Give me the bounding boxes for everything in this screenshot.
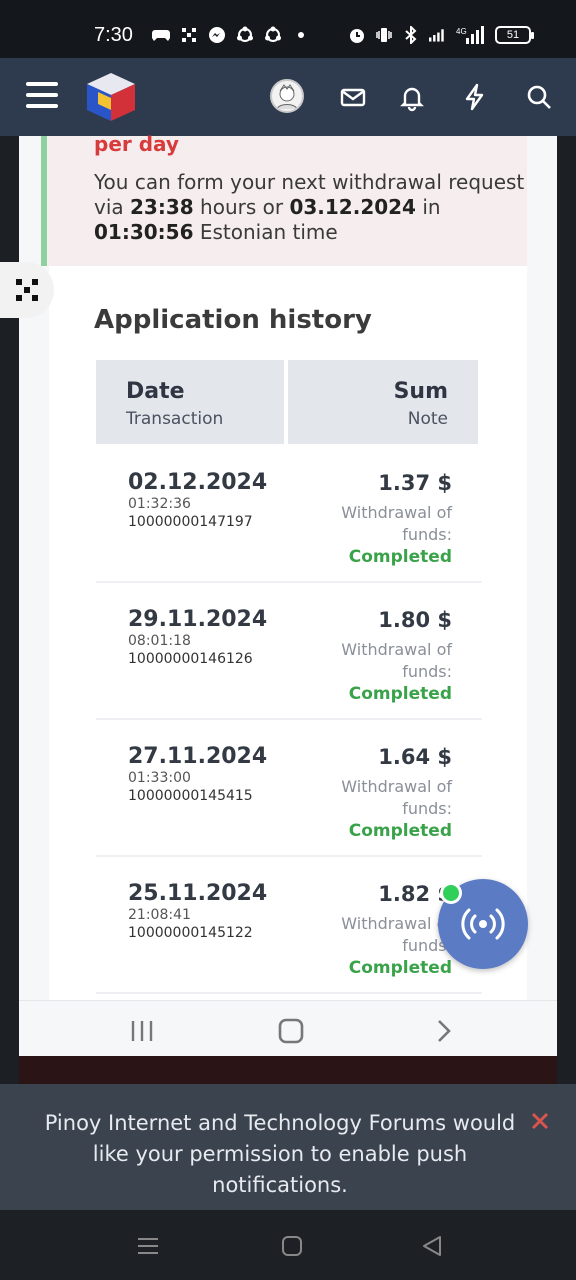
screenshot-bottom-strip xyxy=(19,1056,557,1086)
status-bar: 7:30 4G 51 xyxy=(0,0,576,58)
home-icon xyxy=(277,1017,305,1045)
online-indicator xyxy=(440,882,462,904)
row-sum: 1.82 $ xyxy=(378,882,452,906)
row-time: 21:08:41 xyxy=(128,907,191,923)
vibrate-icon xyxy=(375,26,393,44)
bell-icon[interactable] xyxy=(397,82,427,112)
table-row: 29.11.2024 08:01:18 10000000146126 1.80 … xyxy=(96,583,482,720)
x-pattern-icon xyxy=(180,26,198,44)
dot-icon xyxy=(292,26,310,44)
recents-icon xyxy=(129,1017,157,1045)
forum-header xyxy=(0,58,576,136)
battery-icon: 51 xyxy=(495,26,534,44)
status-system-icons: 4G 51 xyxy=(348,26,534,44)
home-button-icon[interactable] xyxy=(280,1234,304,1258)
forum-logo[interactable] xyxy=(84,70,138,124)
alarm-icon xyxy=(348,26,366,44)
row-date: 27.11.2024 xyxy=(128,744,268,769)
row-time: 08:01:18 xyxy=(128,633,191,649)
row-note: Withdrawal of funds: xyxy=(341,914,452,955)
sync-icon-2 xyxy=(264,26,282,44)
user-avatar[interactable] xyxy=(270,79,304,113)
menu-icon[interactable] xyxy=(26,82,58,110)
status-time: 7:30 xyxy=(94,24,133,46)
row-time: 01:33:00 xyxy=(128,770,191,786)
row-date: 25.11.2024 xyxy=(128,881,268,906)
history-title: Application history xyxy=(94,305,372,335)
push-banner-text: Pinoy Internet and Technology Forums wou… xyxy=(44,1111,516,1197)
game-controller-icon xyxy=(152,26,170,44)
recent-apps-icon[interactable] xyxy=(136,1234,160,1258)
signal-4g-icon: 4G xyxy=(456,26,486,44)
table-row: 25.11.2024 21:08:41 10000000145122 1.82 … xyxy=(96,857,482,994)
row-sum: 1.80 $ xyxy=(378,608,452,632)
forward-icon xyxy=(429,1017,457,1045)
row-note: Withdrawal of funds: xyxy=(341,777,452,818)
bolt-icon[interactable] xyxy=(460,82,490,112)
row-transaction: 10000000145415 xyxy=(128,788,253,804)
row-status: Completed xyxy=(348,821,452,841)
svg-text:4G: 4G xyxy=(456,27,467,36)
table-header: Date Transaction Sum Note xyxy=(96,360,482,446)
table-row: 27.11.2024 01:33:00 10000000145415 1.64 … xyxy=(96,720,482,857)
status-notification-icons xyxy=(152,26,310,44)
notice-text: You can form your next withdrawal reques… xyxy=(94,170,525,244)
mail-icon[interactable] xyxy=(338,82,368,112)
row-sum: 1.64 $ xyxy=(378,745,452,769)
screenshot-nav-bar xyxy=(19,1000,557,1056)
broadcast-icon xyxy=(461,908,505,940)
row-status: Completed xyxy=(348,958,452,978)
search-icon[interactable] xyxy=(524,82,554,112)
row-note: Withdrawal of funds: xyxy=(341,640,452,681)
signal-icon xyxy=(429,26,447,44)
messenger-icon xyxy=(208,26,226,44)
notice-per-day: per day xyxy=(94,132,179,156)
row-note: Withdrawal of funds: xyxy=(341,503,452,544)
header-date: Date Transaction xyxy=(96,360,284,444)
back-icon[interactable] xyxy=(420,1234,444,1258)
bluetooth-icon xyxy=(402,26,420,44)
system-nav-bar xyxy=(0,1210,576,1280)
x-pattern-icon xyxy=(16,279,38,301)
row-date: 02.12.2024 xyxy=(128,470,268,495)
row-status: Completed xyxy=(348,684,452,704)
row-sum: 1.37 $ xyxy=(378,471,452,495)
header-sum: Sum Note xyxy=(288,360,478,444)
close-icon[interactable] xyxy=(529,1110,551,1132)
row-transaction: 10000000146126 xyxy=(128,651,253,667)
row-transaction: 10000000147197 xyxy=(128,514,253,530)
row-date: 29.11.2024 xyxy=(128,607,268,632)
table-row: 02.12.2024 01:32:36 10000000147197 1.37 … xyxy=(96,446,482,583)
row-time: 01:32:36 xyxy=(128,496,191,512)
row-transaction: 10000000145122 xyxy=(128,925,253,941)
history-table: Date Transaction Sum Note 02.12.2024 01:… xyxy=(96,360,482,994)
push-permission-banner[interactable]: Pinoy Internet and Technology Forums wou… xyxy=(0,1084,576,1210)
row-status: Completed xyxy=(348,547,452,567)
sync-icon xyxy=(236,26,254,44)
x-tab-button[interactable] xyxy=(0,262,54,318)
